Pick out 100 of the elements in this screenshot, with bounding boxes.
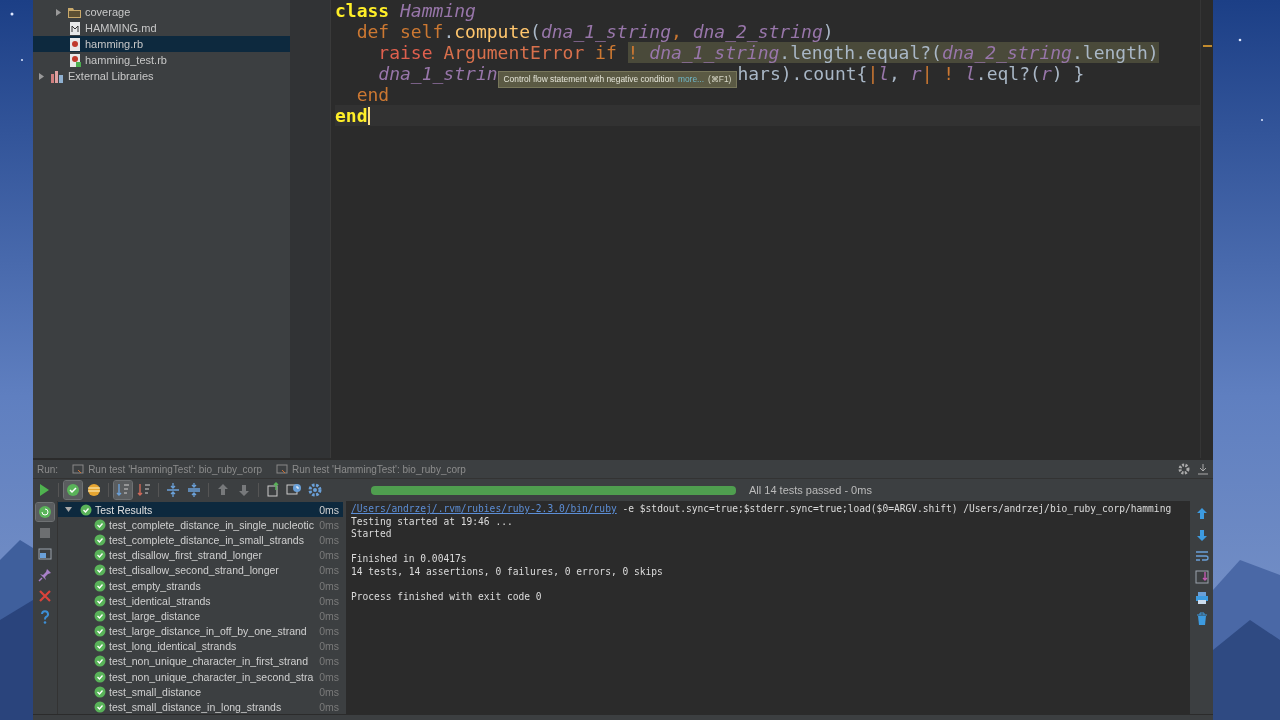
- code-token: dna_2_string: [941, 42, 1072, 63]
- tree-item[interactable]: hamming_test.rb: [33, 52, 290, 68]
- code-token: end: [335, 105, 368, 126]
- test-name: test_empty_strands: [109, 579, 202, 592]
- layout-icon[interactable]: [36, 545, 54, 563]
- code-token: l: [965, 63, 976, 84]
- tree-item[interactable]: HAMMING.md: [33, 20, 290, 36]
- code-token: if: [595, 42, 618, 63]
- test-name: test_complete_distance_in_single_nucleotic: [109, 518, 315, 531]
- code-token: def: [356, 21, 391, 42]
- ruby-test-file-icon: [67, 52, 82, 68]
- console-text: -e $stdout.sync=true;$stderr.sync=true;load($0=ARGV.shift) /Users/andrzej/bio_ruby_corp/hamming: [621, 503, 1172, 514]
- test-name: test_complete_distance_in_small_strands: [109, 533, 305, 546]
- console-link[interactable]: /Users/andrzej/.rvm/rubies/ruby-2.3.0/bin/ruby: [351, 503, 617, 514]
- run-config-icon: [72, 463, 85, 475]
- test-status: All 14 tests passed - 0ms: [749, 484, 872, 496]
- code-token: .length): [1071, 42, 1159, 63]
- run-config-icon: [276, 463, 289, 475]
- tree-item[interactable]: hamming.rb: [33, 36, 290, 52]
- test-duration: 0ms: [319, 640, 339, 653]
- code-token: r: [1040, 63, 1052, 84]
- test-duration: 0ms: [319, 503, 339, 516]
- test-duration: 0ms: [319, 564, 339, 577]
- test-item[interactable]: test_large_distance_in_off_by_one_strand 0ms: [58, 623, 343, 639]
- rerun-icon[interactable]: [36, 503, 54, 521]
- code-editor[interactable]: [290, 0, 1213, 458]
- test-name: test_large_distance_in_off_by_one_strand: [109, 625, 308, 638]
- code-token: ,: [671, 21, 683, 42]
- code-token: .length.equal?(: [779, 42, 942, 63]
- library-icon: [50, 68, 65, 84]
- test-name: test_long_identical_strands: [109, 640, 238, 653]
- tree-item[interactable]: coverage: [33, 4, 290, 20]
- test-duration: 0ms: [319, 579, 339, 592]
- test-item[interactable]: test_empty_strands 0ms: [58, 577, 343, 594]
- test-duration: 0ms: [319, 609, 339, 622]
- code-token: .: [443, 21, 455, 42]
- expanded-arrow-icon[interactable]: [64, 505, 73, 515]
- test-item[interactable]: test_small_distance 0ms: [58, 684, 343, 700]
- tooltip-text: Control flow statement with negative condition: [503, 73, 674, 86]
- code-token: dna_1_string: [540, 21, 671, 42]
- collapsed-arrow-icon[interactable]: [54, 7, 63, 17]
- code-token: self: [400, 21, 444, 42]
- test-duration: 0ms: [319, 549, 339, 562]
- console-line: Testing started at 19:46 ...: [351, 515, 514, 528]
- warning-marker[interactable]: [1203, 45, 1212, 47]
- test-item[interactable]: test_long_identical_strands 0ms: [58, 638, 343, 654]
- test-duration: 0ms: [319, 594, 339, 607]
- test-duration: 0ms: [319, 655, 339, 668]
- test-item[interactable]: test_small_distance_in_long_strands 0ms: [58, 699, 343, 715]
- pin-icon[interactable]: [36, 566, 54, 584]
- hide-panel-icon[interactable]: [1197, 462, 1209, 476]
- test-duration: 0ms: [319, 670, 339, 683]
- settings-icon[interactable]: [1177, 462, 1191, 476]
- text-caret: [367, 106, 370, 125]
- code-token: hars).count{: [737, 63, 868, 84]
- code-token: compute: [454, 21, 531, 42]
- code-token: !: [627, 42, 650, 63]
- code-token: ): [822, 21, 834, 42]
- test-item[interactable]: test_disallow_second_strand_longer 0ms: [58, 562, 343, 578]
- code-token: ) }: [1051, 63, 1085, 84]
- sort-icon[interactable]: [114, 481, 132, 499]
- console-line: Started: [351, 528, 393, 541]
- code-token: dna_1_string: [649, 42, 780, 63]
- code-token: class: [335, 0, 391, 21]
- collapse-all-icon[interactable]: [185, 481, 203, 499]
- test-item[interactable]: Test Results 0ms: [58, 502, 343, 518]
- test-item[interactable]: test_disallow_first_strand_longer 0ms: [58, 547, 343, 563]
- settings-icon[interactable]: [306, 481, 324, 499]
- code-token: Hamming: [400, 0, 476, 21]
- expand-all-icon[interactable]: [164, 481, 182, 499]
- ignored-icon[interactable]: [85, 481, 103, 499]
- code-token: |: [867, 63, 879, 84]
- test-item[interactable]: test_non_unique_character_in_first_strand 0ms: [58, 653, 343, 670]
- test-name: Test Results: [95, 503, 154, 516]
- test-item[interactable]: test_large_distance 0ms: [58, 608, 343, 624]
- code-token: dna_1_strin: [378, 63, 498, 84]
- test-item[interactable]: test_non_unique_character_in_second_stra 0ms: [58, 669, 343, 685]
- test-item[interactable]: test_identical_strands 0ms: [58, 593, 343, 609]
- ruby-file-icon: [67, 36, 82, 52]
- code-token: ArgumentError: [443, 42, 586, 63]
- test-item[interactable]: test_complete_distance_in_small_strands 0ms: [58, 532, 343, 548]
- code-token: l: [878, 63, 890, 84]
- code-token: (: [530, 21, 541, 42]
- test-name: test_disallow_second_strand_longer: [109, 564, 280, 577]
- collapsed-arrow-icon[interactable]: [37, 71, 46, 81]
- console-line: Process finished with exit code 0: [351, 590, 543, 603]
- code-token: .eql?(: [975, 63, 1041, 84]
- test-name: test_non_unique_character_in_second_stra: [109, 670, 315, 683]
- test-name: test_small_distance_in_long_strands: [109, 701, 283, 714]
- test-duration: 0ms: [319, 701, 339, 714]
- check-circle-icon[interactable]: [64, 481, 82, 499]
- tree-item[interactable]: External Libraries: [33, 68, 290, 84]
- markdown-file-icon: [67, 20, 82, 36]
- code-token: |: [921, 63, 934, 84]
- test-name: test_identical_strands: [109, 594, 212, 607]
- code-token: r: [910, 63, 922, 84]
- test-duration: 0ms: [319, 533, 339, 546]
- test-item[interactable]: test_complete_distance_in_single_nucleotic 0ms: [58, 517, 343, 533]
- test-duration: 0ms: [319, 625, 339, 638]
- console-line: Finished in 0.00417s: [351, 553, 468, 566]
